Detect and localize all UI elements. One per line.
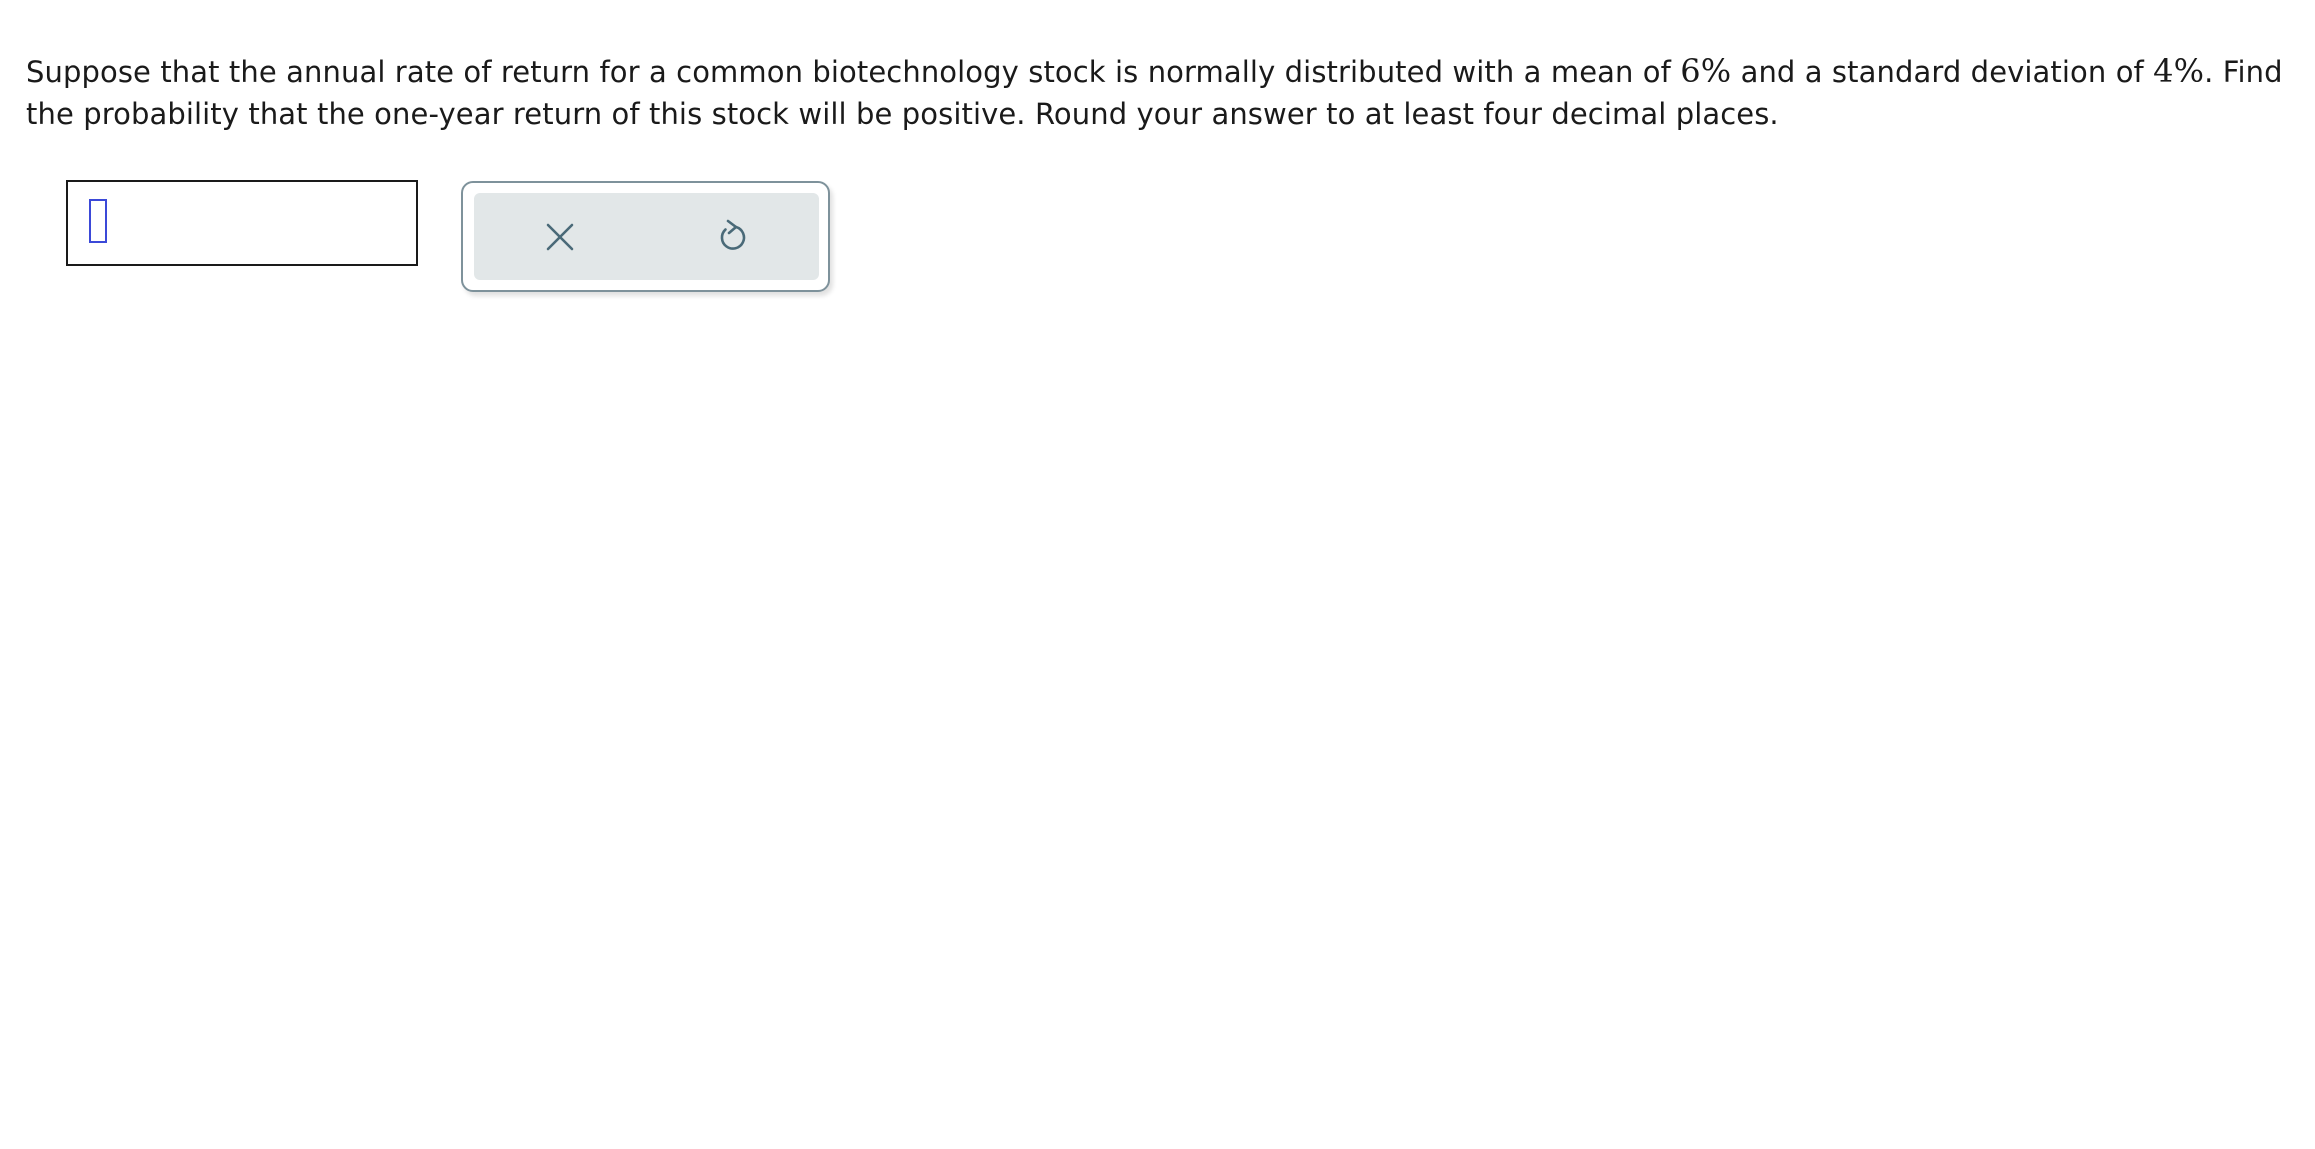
close-icon: [546, 223, 574, 250]
answer-input[interactable]: [66, 180, 418, 266]
question-text-part-2: and a standard deviation of: [1731, 55, 2154, 89]
std-dev-value: 4%: [2153, 52, 2205, 90]
undo-icon: [720, 219, 746, 250]
text-cursor: [89, 199, 107, 243]
mean-value: 6%: [1680, 52, 1732, 90]
answer-tools-panel: [461, 181, 830, 292]
question-text-part-1: Suppose that the annual rate of return f…: [26, 55, 1681, 89]
question-text: Suppose that the annual rate of return f…: [26, 50, 2296, 135]
undo-button[interactable]: [646, 193, 818, 280]
clear-button[interactable]: [474, 193, 646, 280]
answer-tools-bar: [474, 193, 819, 280]
